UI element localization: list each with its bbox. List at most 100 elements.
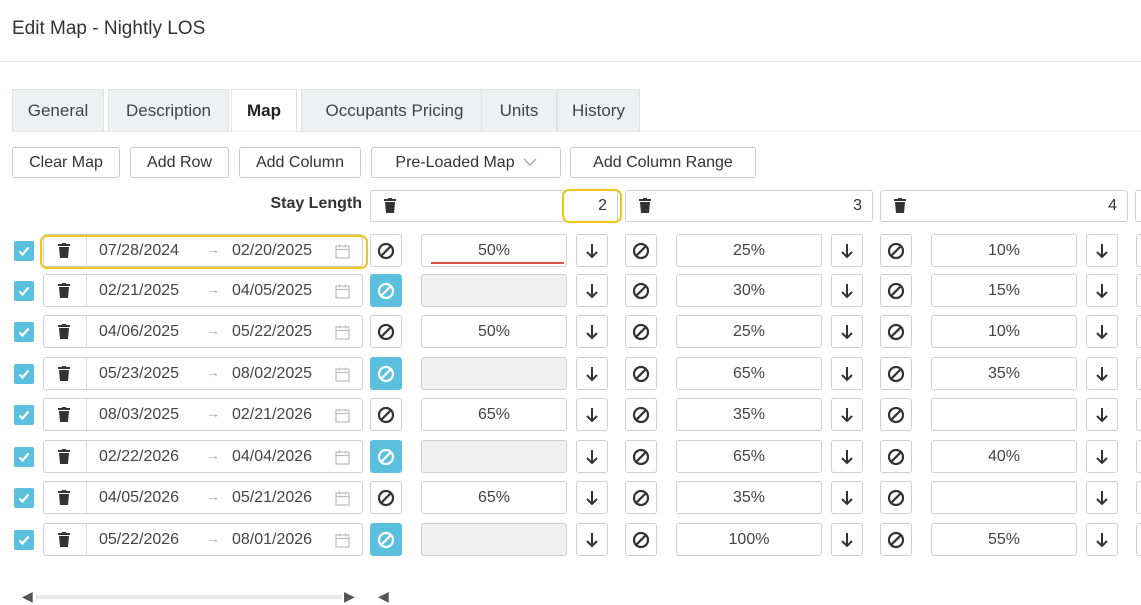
- fill-down-button[interactable]: [831, 274, 863, 307]
- discount-input[interactable]: [931, 481, 1077, 514]
- disable-toggle-button[interactable]: [880, 315, 912, 348]
- calendar-icon[interactable]: [335, 450, 350, 470]
- calendar-icon[interactable]: [335, 284, 350, 304]
- fill-down-button[interactable]: [576, 357, 608, 390]
- fill-down-button[interactable]: [831, 398, 863, 431]
- add-column-button[interactable]: Add Column: [239, 147, 361, 178]
- fill-down-button[interactable]: [1086, 440, 1118, 473]
- scroll-left-arrow-icon[interactable]: ◀: [22, 588, 33, 605]
- fill-down-button[interactable]: [576, 274, 608, 307]
- disable-toggle-button[interactable]: [880, 398, 912, 431]
- clear-map-button[interactable]: Clear Map: [12, 147, 120, 178]
- scroll-left-arrow-icon[interactable]: ◀: [378, 588, 389, 605]
- discount-input[interactable]: 35%: [676, 398, 822, 431]
- date-range-field[interactable]: 05/23/2025 → 08/02/2025: [43, 357, 363, 390]
- disable-toggle-button[interactable]: [880, 481, 912, 514]
- next-column-cell[interactable]: [1136, 523, 1141, 556]
- disable-toggle-button[interactable]: [625, 315, 657, 348]
- fill-down-button[interactable]: [1086, 398, 1118, 431]
- start-date[interactable]: 02/21/2025: [99, 282, 179, 300]
- end-date[interactable]: 05/21/2026: [232, 489, 312, 507]
- discount-input[interactable]: 65%: [676, 440, 822, 473]
- stay-length-column-header[interactable]: 4: [880, 190, 1128, 222]
- horizontal-scrollbar[interactable]: [36, 595, 342, 599]
- disable-toggle-button[interactable]: [625, 357, 657, 390]
- tab-map[interactable]: Map: [231, 89, 297, 131]
- discount-input[interactable]: [421, 523, 567, 556]
- fill-down-button[interactable]: [1086, 481, 1118, 514]
- next-column-cell[interactable]: [1136, 315, 1141, 348]
- trash-icon[interactable]: [57, 366, 71, 386]
- discount-input[interactable]: 10%: [931, 234, 1077, 267]
- trash-icon[interactable]: [638, 198, 652, 218]
- discount-input[interactable]: 40%: [931, 440, 1077, 473]
- fill-down-button[interactable]: [831, 481, 863, 514]
- discount-input[interactable]: 65%: [676, 357, 822, 390]
- fill-down-button[interactable]: [576, 481, 608, 514]
- date-range-field[interactable]: 02/22/2026 → 04/04/2026: [43, 440, 363, 473]
- date-range-field[interactable]: 05/22/2026 → 08/01/2026: [43, 523, 363, 556]
- stay-length-column-header[interactable]: 3: [625, 190, 873, 222]
- fill-down-button[interactable]: [831, 357, 863, 390]
- trash-icon[interactable]: [57, 324, 71, 344]
- stay-length-value[interactable]: 3: [853, 197, 862, 215]
- fill-down-button[interactable]: [831, 315, 863, 348]
- calendar-icon[interactable]: [335, 367, 350, 387]
- fill-down-button[interactable]: [831, 440, 863, 473]
- disable-toggle-button[interactable]: [370, 357, 402, 390]
- fill-down-button[interactable]: [576, 315, 608, 348]
- next-column-cell[interactable]: [1136, 398, 1141, 431]
- discount-input[interactable]: 55%: [931, 523, 1077, 556]
- disable-toggle-button[interactable]: [370, 440, 402, 473]
- add-column-range-button[interactable]: Add Column Range: [570, 147, 756, 178]
- calendar-icon[interactable]: [335, 491, 350, 511]
- disable-toggle-button[interactable]: [370, 398, 402, 431]
- disable-toggle-button[interactable]: [625, 523, 657, 556]
- discount-input[interactable]: 30%: [676, 274, 822, 307]
- disable-toggle-button[interactable]: [370, 274, 402, 307]
- row-checkbox[interactable]: [14, 530, 34, 550]
- stay-length-column-header[interactable]: [1135, 190, 1141, 222]
- fill-down-button[interactable]: [576, 523, 608, 556]
- row-checkbox[interactable]: [14, 405, 34, 425]
- row-checkbox[interactable]: [14, 322, 34, 342]
- end-date[interactable]: 08/02/2025: [232, 365, 312, 383]
- discount-input[interactable]: 65%: [421, 481, 567, 514]
- next-column-cell[interactable]: [1136, 357, 1141, 390]
- end-date[interactable]: 08/01/2026: [232, 531, 312, 549]
- fill-down-button[interactable]: [576, 234, 608, 267]
- end-date[interactable]: 02/21/2026: [232, 406, 312, 424]
- fill-down-button[interactable]: [831, 523, 863, 556]
- discount-input[interactable]: 35%: [676, 481, 822, 514]
- row-checkbox[interactable]: [14, 488, 34, 508]
- row-checkbox[interactable]: [14, 281, 34, 301]
- date-range-field[interactable]: 04/06/2025 → 05/22/2025: [43, 315, 363, 348]
- start-date[interactable]: 04/06/2025: [99, 323, 179, 341]
- stay-length-value[interactable]: 4: [1108, 197, 1117, 215]
- calendar-icon[interactable]: [335, 533, 350, 553]
- tab-description[interactable]: Description: [108, 89, 229, 131]
- trash-icon[interactable]: [383, 198, 397, 218]
- fill-down-button[interactable]: [576, 440, 608, 473]
- next-column-cell[interactable]: [1136, 234, 1141, 267]
- discount-input[interactable]: 100%: [676, 523, 822, 556]
- start-date[interactable]: 08/03/2025: [99, 406, 179, 424]
- disable-toggle-button[interactable]: [625, 398, 657, 431]
- tab-general[interactable]: General: [12, 89, 104, 131]
- date-range-field[interactable]: 02/21/2025 → 04/05/2025: [43, 274, 363, 307]
- tab-units[interactable]: Units: [481, 89, 557, 131]
- discount-input[interactable]: [421, 440, 567, 473]
- discount-input[interactable]: [421, 357, 567, 390]
- disable-toggle-button[interactable]: [370, 481, 402, 514]
- end-date[interactable]: 04/04/2026: [232, 448, 312, 466]
- discount-input[interactable]: 65%: [421, 398, 567, 431]
- preloaded-map-dropdown[interactable]: Pre-Loaded Map: [371, 147, 561, 178]
- row-checkbox[interactable]: [14, 447, 34, 467]
- fill-down-button[interactable]: [1086, 523, 1118, 556]
- next-column-cell[interactable]: [1136, 481, 1141, 514]
- disable-toggle-button[interactable]: [370, 315, 402, 348]
- calendar-icon[interactable]: [335, 325, 350, 345]
- disable-toggle-button[interactable]: [625, 481, 657, 514]
- calendar-icon[interactable]: [335, 408, 350, 428]
- trash-icon[interactable]: [57, 532, 71, 552]
